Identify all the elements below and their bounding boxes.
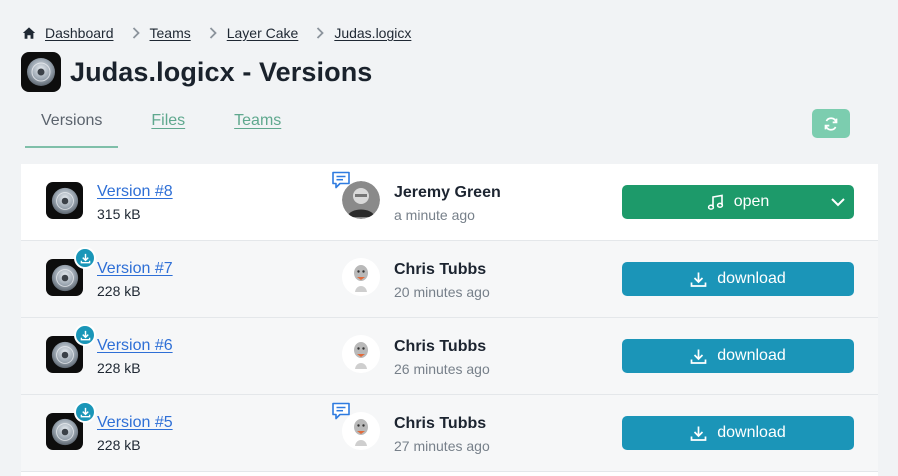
download-button[interactable]: download xyxy=(622,262,854,296)
user-avatar xyxy=(342,412,380,450)
timestamp: 27 minutes ago xyxy=(394,438,490,454)
user-name: Chris Tubbs xyxy=(394,415,487,432)
breadcrumb-item-teams: Teams xyxy=(114,25,191,41)
tab-teams[interactable]: Teams xyxy=(218,104,297,148)
version-link[interactable]: Version #8 xyxy=(97,183,173,201)
chevron-right-icon xyxy=(209,27,217,39)
downloaded-badge-icon xyxy=(74,247,96,269)
chevron-right-icon xyxy=(132,27,140,39)
download-button[interactable]: download xyxy=(622,339,854,373)
logic-app-icon xyxy=(21,52,61,92)
version-row: Version #8 315 kB Jeremy Green a minute … xyxy=(21,164,878,241)
logic-file-icon xyxy=(46,182,83,219)
download-icon xyxy=(690,349,707,364)
download-button-label: download xyxy=(717,424,786,441)
user-name: Chris Tubbs xyxy=(394,338,487,355)
download-icon xyxy=(690,272,707,287)
page-title: Judas.logicx - Versions xyxy=(70,56,373,87)
download-button-label: download xyxy=(717,270,786,287)
download-button-label: download xyxy=(717,347,786,364)
timestamp: 26 minutes ago xyxy=(394,361,490,377)
tab-versions[interactable]: Versions xyxy=(25,104,119,148)
downloaded-badge-icon xyxy=(74,324,96,346)
downloaded-badge-icon xyxy=(74,401,96,423)
version-row: Version #5 228 kB Chris Tubbs 27 minutes… xyxy=(21,395,878,472)
user-name: Chris Tubbs xyxy=(394,261,487,278)
version-link[interactable]: Version #7 xyxy=(97,260,173,278)
download-button[interactable]: download xyxy=(622,416,854,450)
tab-bar: Versions Files Teams xyxy=(25,104,314,148)
breadcrumb-link-teams[interactable]: Teams xyxy=(150,25,191,41)
tab-files[interactable]: Files xyxy=(135,104,201,148)
breadcrumb-link-layer-cake[interactable]: Layer Cake xyxy=(227,25,299,41)
version-row: Version #7 228 kB Chris Tubbs 20 minutes… xyxy=(21,241,878,318)
user-name: Jeremy Green xyxy=(394,184,501,201)
chevron-down-icon[interactable] xyxy=(830,194,846,210)
file-size: 228 kB xyxy=(97,437,141,453)
timestamp: a minute ago xyxy=(394,207,475,223)
version-link[interactable]: Version #6 xyxy=(97,337,173,355)
timestamp: 20 minutes ago xyxy=(394,284,490,300)
version-list: Version #8 315 kB Jeremy Green a minute … xyxy=(21,164,878,476)
music-note-icon xyxy=(707,194,723,210)
breadcrumb-item-dashboard: Dashboard xyxy=(22,25,114,41)
page-header: Judas.logicx - Versions xyxy=(21,52,372,92)
open-button-label: open xyxy=(733,193,770,210)
home-icon xyxy=(22,27,36,39)
breadcrumb: Dashboard Teams Layer Cake Judas.logicx xyxy=(22,24,411,42)
breadcrumb-link-dashboard[interactable]: Dashboard xyxy=(45,25,114,41)
user-avatar xyxy=(342,181,380,219)
user-avatar xyxy=(342,335,380,373)
file-size: 315 kB xyxy=(97,206,141,222)
version-row: Version #6 228 kB Chris Tubbs 26 minutes… xyxy=(21,318,878,395)
chevron-right-icon xyxy=(317,27,325,39)
version-link[interactable]: Version #5 xyxy=(97,414,173,432)
refresh-icon xyxy=(824,116,838,131)
open-button[interactable]: open xyxy=(622,185,854,219)
breadcrumb-item-project: Judas.logicx xyxy=(298,25,411,41)
breadcrumb-item-layer-cake: Layer Cake xyxy=(191,25,299,41)
breadcrumb-link-project[interactable]: Judas.logicx xyxy=(334,25,411,41)
file-size: 228 kB xyxy=(97,360,141,376)
refresh-button[interactable] xyxy=(812,109,850,138)
file-size: 228 kB xyxy=(97,283,141,299)
user-avatar xyxy=(342,258,380,296)
download-icon xyxy=(690,426,707,441)
